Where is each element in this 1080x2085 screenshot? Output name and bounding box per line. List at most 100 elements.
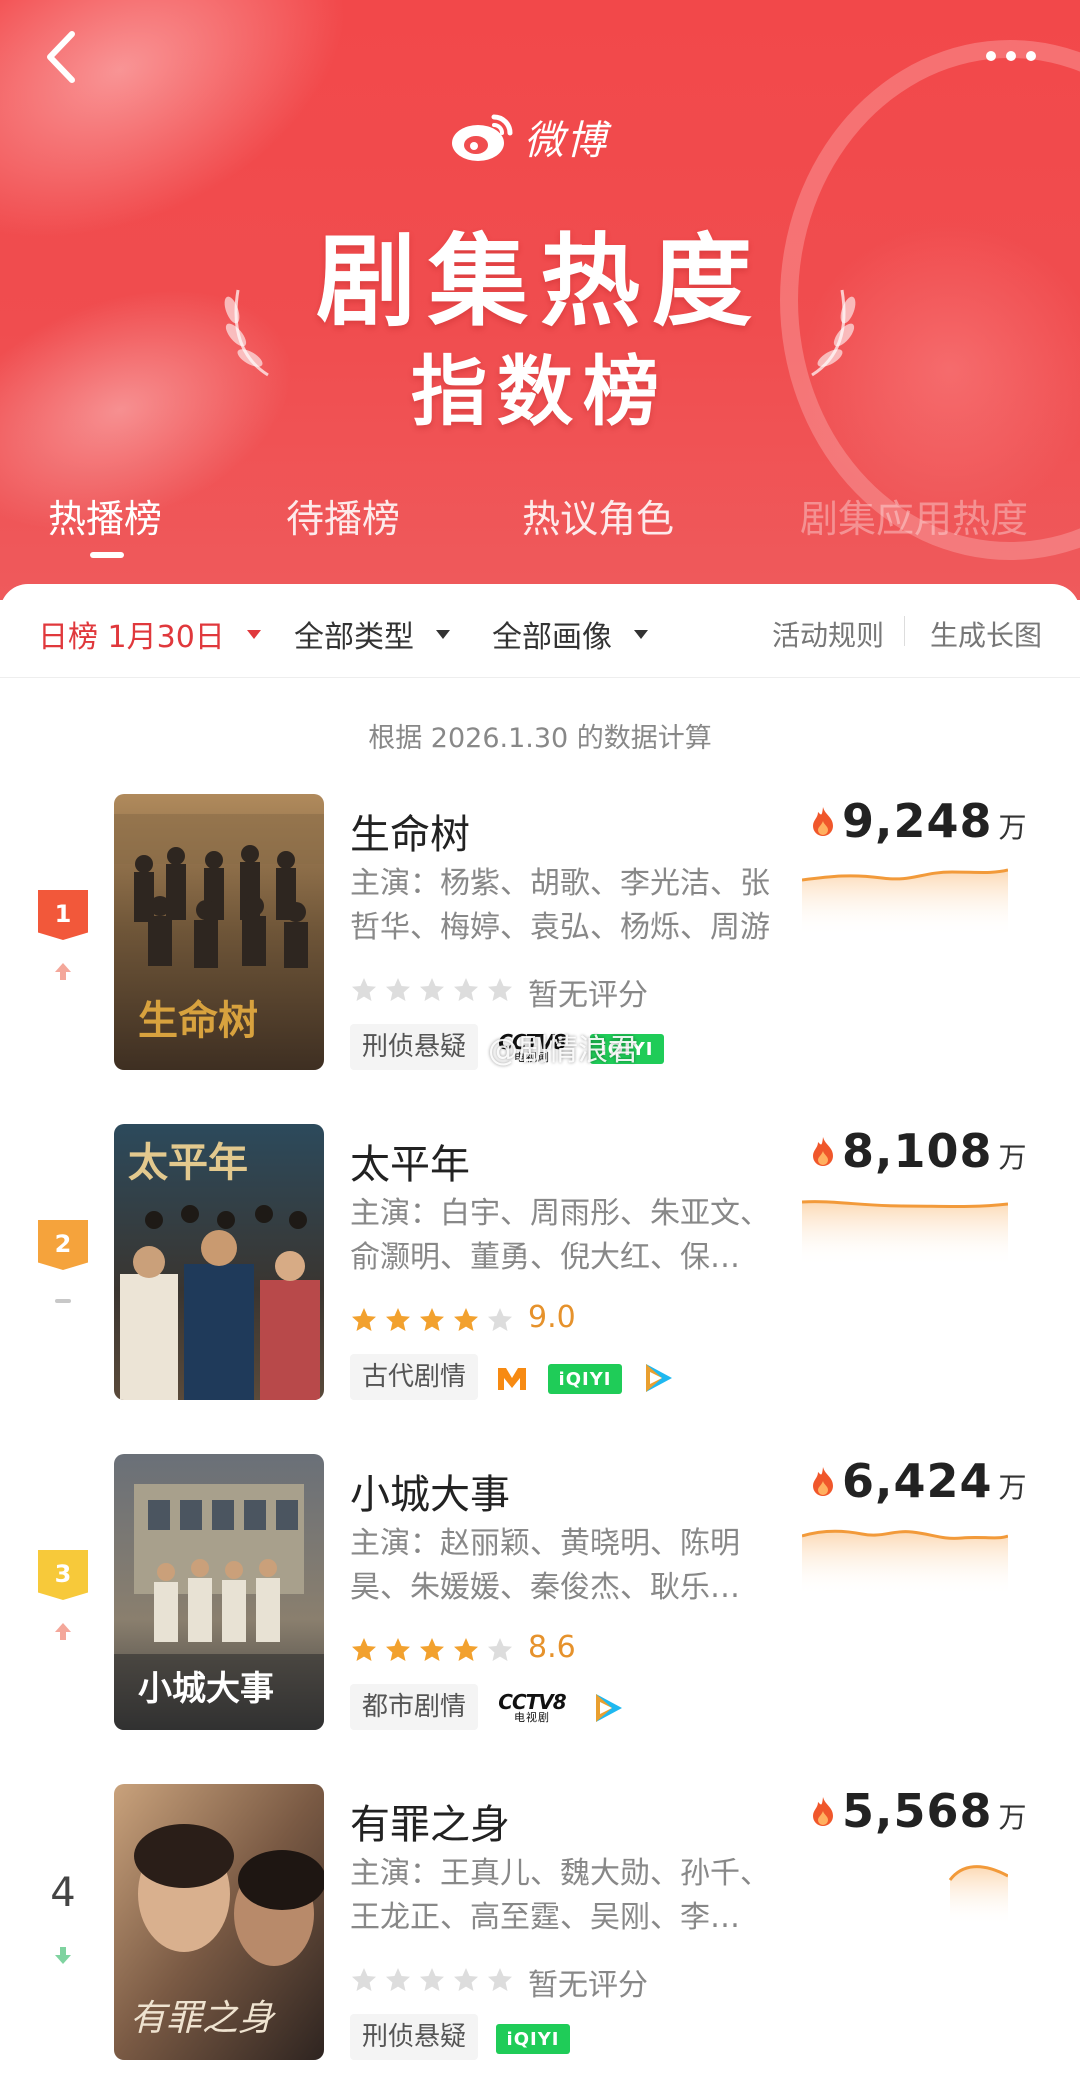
image-filter-label: 全部画像 [492,620,612,655]
filter-bar: 日榜 1月30日 全部类型 全部画像 活动规则 生成长图 [0,584,1080,678]
type-filter-label: 全部类型 [294,620,414,655]
star-empty-icon [386,1968,410,1991]
drama-title[interactable]: 太平年 [350,1132,470,1190]
heat-unit: 万 [998,811,1027,844]
iqiyi-logo-icon: iQIYI [548,1364,622,1394]
rating-text: 8.6 [528,1630,576,1665]
heat-index: 9,248 万 [810,794,1027,848]
genre-tag[interactable]: 古代剧情 [350,1354,479,1400]
tab-hot-roles[interactable]: 热议角色 [522,488,674,543]
cctv8-logo-icon: CCTV8 电视剧 [498,1030,566,1064]
rating-text: 暂无评分 [528,1968,648,2003]
tencent-video-logo-icon [646,1364,672,1392]
cast-list: 主演：白宇、周雨彤、朱亚文、俞灏明、董勇、倪大红、保… [350,1196,770,1275]
drama-title[interactable]: 生命树 [350,802,470,860]
star-empty-icon [488,1308,512,1331]
cast-list: 主演：赵丽颖、黄晓明、陈明昊、朱媛媛、秦俊杰、耿乐… [350,1526,740,1605]
caret-down-icon [246,629,261,639]
trend-flat-icon [55,1299,71,1303]
back-button[interactable] [38,28,88,86]
heat-trend-sparkline [802,1529,1008,1596]
star-rating [350,1636,514,1664]
tab-upcoming[interactable]: 待播榜 [286,488,400,543]
tab-bar: 热播榜 待播榜 热议角色 剧集应用热度 [0,488,1080,558]
rank-badge: 1 [38,890,88,940]
poster-image[interactable]: 太平年 [114,1124,324,1400]
poster-image[interactable]: 有罪之身 [114,1784,324,2060]
heat-trend-sparkline [802,1200,1008,1266]
star-empty-icon [488,1968,512,1991]
star-filled-icon [454,1308,478,1331]
list-item[interactable]: 1 生命树 生命树 主演：杨紫、胡歌、李光洁、张哲华、梅婷、袁弘、杨烁、周游 暂… [0,794,1080,1094]
star-empty-icon [420,1968,444,1991]
trend-up-icon [55,1623,71,1640]
cast-list: 主演：王真儿、魏大勋、孙千、王龙正、高至霆、吴刚、李… [350,1856,770,1935]
more-dots-icon [986,51,996,61]
rules-link[interactable]: 活动规则 [772,614,884,654]
star-filled-icon [352,1308,376,1331]
chevron-left-icon [47,31,75,83]
star-filled-icon [420,1308,444,1331]
brand-name: 微博 [524,118,608,164]
mango-tv-logo-icon [498,1368,526,1390]
image-filter[interactable]: 全部画像 [492,612,648,656]
poster-image[interactable]: 小城大事 [114,1454,324,1730]
heat-trend-sparkline [948,1865,1008,1926]
poster-title-text: 太平年 [128,1139,248,1186]
fire-icon [813,1467,833,1496]
star-rating [350,976,514,1004]
weibo-brand: 微博 [450,108,608,166]
poster-image[interactable]: 生命树 [114,794,324,1070]
rank-badge: 3 [38,1550,88,1600]
poster-title-text: 生命树 [138,997,258,1044]
more-button[interactable] [976,38,1046,74]
page-title: 剧集热度 [316,223,764,340]
heat-unit: 万 [998,1141,1027,1174]
genre-tag[interactable]: 刑侦悬疑 [350,1024,479,1070]
rank-badge: 2 [38,1220,88,1270]
list-item[interactable]: 2 太平年 太平年 主演：白宇、周雨彤、朱亚文、俞灏明、董勇、倪大红、保… 9.… [0,1124,1080,1424]
star-empty-icon [386,978,410,1001]
tab-hot-airing[interactable]: 热播榜 [48,488,162,543]
fire-icon [813,1797,833,1826]
fire-icon [813,1137,833,1166]
star-rating [350,1966,514,1994]
divider [904,616,905,646]
rank-number: 4 [50,1870,76,1916]
drama-title[interactable]: 有罪之身 [350,1792,510,1850]
tab-indicator [90,552,124,558]
genre-tag[interactable]: 刑侦悬疑 [350,2014,479,2060]
poster-title-text: 小城大事 [138,1669,274,1709]
rating-text: 暂无评分 [528,978,648,1013]
date-filter[interactable]: 日榜 1月30日 [38,612,261,656]
type-filter[interactable]: 全部类型 [294,612,450,656]
star-rating [350,1306,514,1334]
star-filled-icon [352,1638,376,1661]
date-filter-label: 日榜 1月30日 [38,620,225,655]
trend-up-icon [55,963,71,980]
genre-tag[interactable]: 都市剧情 [350,1684,479,1730]
star-empty-icon [454,978,478,1001]
list-item[interactable]: 4 有罪之身 有罪之身 主演：王真儿、魏大勋、孙千、王龙正、高至霆、吴刚、李… … [0,1784,1080,2084]
iqiyi-logo-icon: iQIYI [496,2024,570,2054]
star-filled-icon [386,1308,410,1331]
cctv8-logo-icon: CCTV8 电视剧 [498,1690,566,1724]
generate-image-link[interactable]: 生成长图 [930,614,1042,654]
drama-title[interactable]: 小城大事 [350,1462,510,1520]
heat-unit: 万 [998,1471,1027,1504]
ranking-panel: 日榜 1月30日 全部类型 全部画像 活动规则 生成长图 根据 2026.1.3… [0,584,1080,2085]
cast-list: 主演：杨紫、胡歌、李光洁、张哲华、梅婷、袁弘、杨烁、周游 [350,866,770,945]
tab-more[interactable]: 剧集应用热度 [800,488,1028,543]
caret-down-icon [634,629,648,639]
page-subtitle: 指数榜 [411,347,669,436]
fire-icon [813,807,833,836]
heat-unit: 万 [998,1801,1027,1834]
star-filled-icon [386,1638,410,1661]
poster-title-text: 有罪之身 [130,1998,276,2039]
weibo-logo-icon [452,114,513,161]
star-filled-icon [454,1638,478,1661]
heat-value: 8,108 [842,1124,993,1178]
rating-text: 9.0 [528,1300,576,1335]
heat-value: 9,248 [842,794,993,848]
list-item[interactable]: 3 小城大事 小城大事 主演：赵丽颖、黄晓明、陈明昊、朱媛媛、秦俊杰、耿乐… 8… [0,1454,1080,1754]
